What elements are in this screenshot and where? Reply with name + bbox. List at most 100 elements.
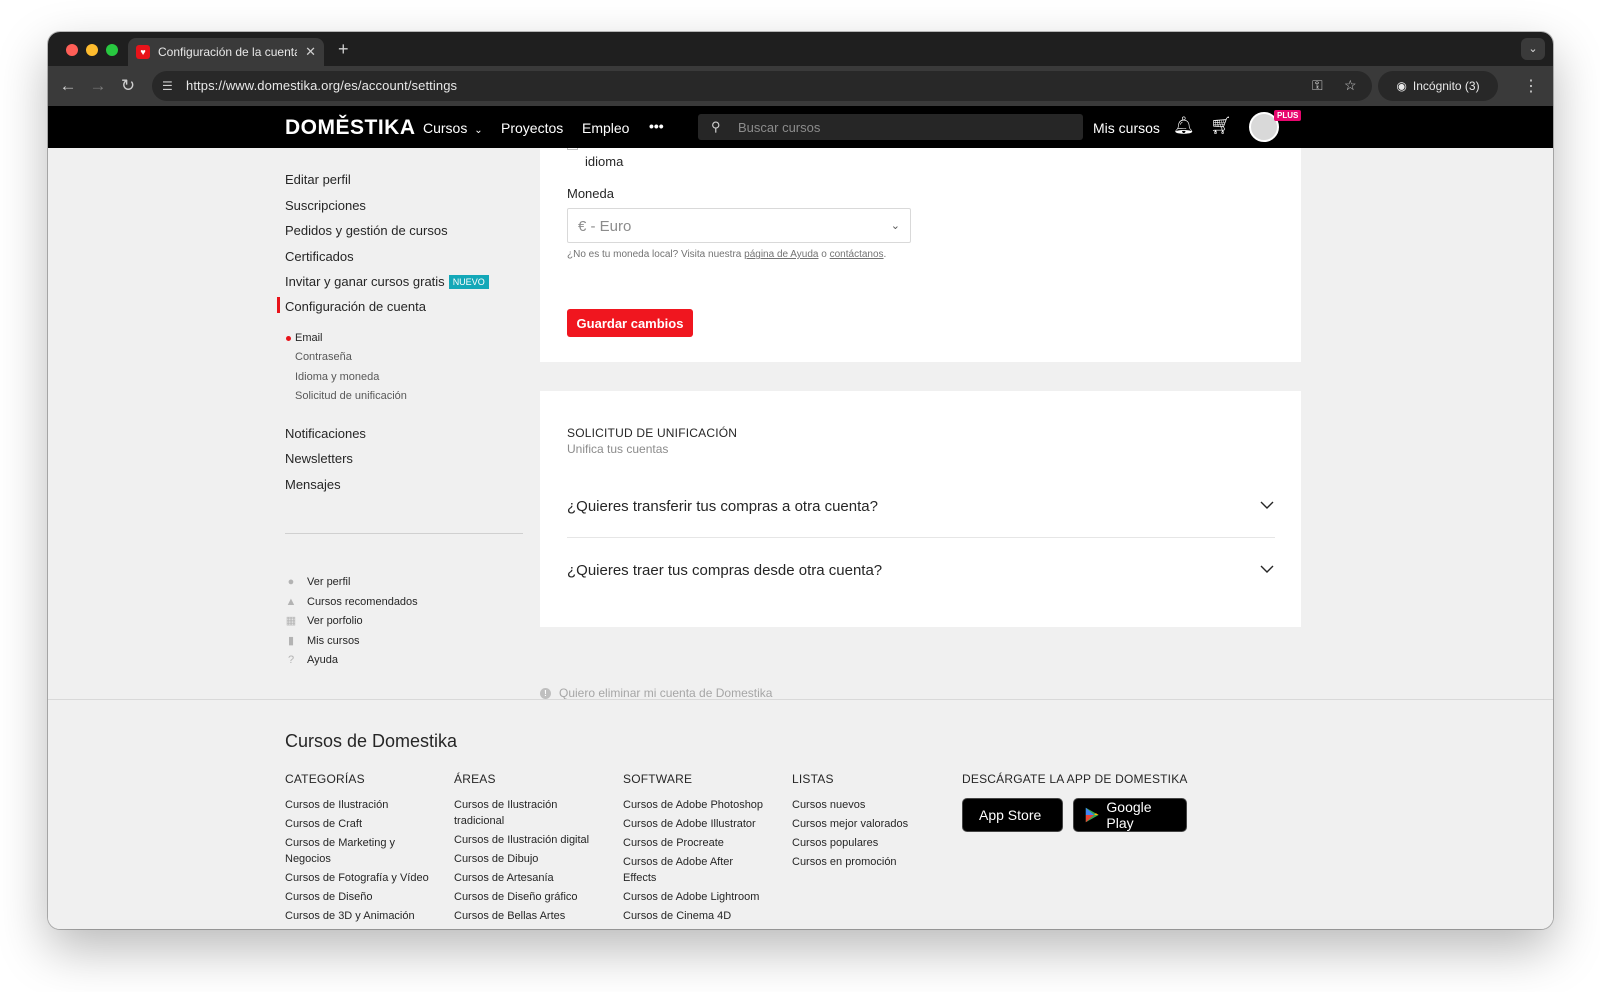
notifications-bell-icon[interactable]: 🔔︎ [1173,116,1195,136]
footer-column-lists: LISTAS Cursos nuevos Cursos mejor valora… [792,772,952,873]
active-subitem-dot [286,336,291,341]
sidebar-item-edit-profile[interactable]: Editar perfil [285,172,351,187]
footer-link[interactable]: Cursos de Cinema 4D [623,908,783,924]
accordion-divider [567,537,1275,538]
minimize-window-button[interactable] [86,44,98,56]
site-header: DOMĚSTIKA Cursos ⌄ Proyectos Empleo ••• … [48,106,1553,148]
helper-mid: o [821,249,827,260]
transfer-question: ¿Quieres transferir tus compras a otra c… [567,498,878,515]
google-play-label: Google Play [1106,799,1152,831]
sidebar-item-orders[interactable]: Pedidos y gestión de cursos [285,223,448,238]
footer-link[interactable]: Cursos de Diseño [285,889,445,905]
cart-icon[interactable]: 🛒︎ [1210,116,1232,136]
nav-cursos[interactable]: Cursos ⌄ [423,120,483,136]
helper-end: . [883,249,887,260]
my-courses-aux-link[interactable]: ▮ Mis cursos [285,635,360,647]
merge-card-subtitle: Unifica tus cuentas [567,442,669,456]
address-bar[interactable]: ☰ https://www.domestika.org/es/account/s… [152,71,1372,101]
chevron-down-icon: ⌄ [474,125,483,136]
incognito-button[interactable]: ◉ Incógnito (3) [1378,71,1498,101]
currency-select[interactable]: € - Euro ⌄ [567,208,911,243]
footer-link[interactable]: Cursos de Ilustración digital [454,832,614,848]
language-checkbox[interactable] [567,148,578,150]
delete-account-link[interactable]: ! Quiero eliminar mi cuenta de Domestika [540,686,772,700]
footer-link[interactable]: Cursos de Ilustración tradicional [454,797,584,829]
footer-link[interactable]: Cursos en promoción [792,854,952,870]
footer-link[interactable]: Cursos de Bellas Artes [454,908,614,924]
footer-link[interactable]: Cursos mejor valorados [792,816,952,832]
sidebar-item-notifications[interactable]: Notificaciones [285,426,366,441]
search-input[interactable] [738,114,1068,140]
recommended-courses-link[interactable]: ▲ Cursos recomendados [285,596,418,608]
footer-link[interactable]: Cursos de 3D y Animación [285,908,445,924]
footer-link[interactable]: Cursos de Adobe Lightroom [623,889,783,905]
footer-app-download: DESCÁRGATE LA APP DE DOMESTIKA [962,772,1222,797]
view-profile-link[interactable]: ● Ver perfil [285,576,351,588]
maximize-window-button[interactable] [106,44,118,56]
forward-icon[interactable]: → [88,76,108,96]
back-icon[interactable]: ← [58,76,78,96]
sidebar-item-messages[interactable]: Mensajes [285,477,341,492]
my-courses-link[interactable]: Mis cursos [1093,120,1160,136]
footer-link[interactable]: Cursos de Diseño gráfico [454,889,614,905]
nav-empleo[interactable]: Empleo [582,120,629,136]
footer-link[interactable]: Cursos de Ilustración [285,797,445,813]
password-key-icon[interactable]: ⚿ [1312,77,1323,94]
subitem-email[interactable]: Email [295,332,323,344]
info-icon: ! [540,687,551,699]
subitem-language-currency[interactable]: Idioma y moneda [295,371,379,383]
footer-link[interactable]: Cursos populares [792,835,952,851]
close-window-button[interactable] [66,44,78,56]
save-changes-button[interactable]: Guardar cambios [567,309,693,337]
footer-link[interactable]: Cursos de Procreate [623,835,783,851]
footer-link[interactable]: Cursos de Adobe Photoshop [623,797,783,813]
footer-column-heading: CATEGORÍAS [285,772,365,786]
app-store-label: App Store [979,807,1042,823]
view-portfolio-link[interactable]: ▦ Ver porfolio [285,615,363,627]
nav-proyectos[interactable]: Proyectos [501,120,563,136]
bookmark-icon: ▮ [287,635,295,647]
more-menu-icon[interactable]: ••• [649,118,664,134]
chevron-down-icon: ⌄ [890,220,900,232]
url-text: https://www.domestika.org/es/account/set… [186,78,458,93]
footer-link[interactable]: Cursos de Dibujo [454,851,614,867]
google-play-button[interactable]: Google Play [1073,798,1187,832]
new-tab-icon[interactable]: + [338,39,349,60]
browser-toolbar: ← → ↻ ☰ https://www.domestika.org/es/acc… [48,66,1553,106]
sidebar-item-invite[interactable]: Invitar y ganar cursos gratis NUEVO [285,274,489,289]
site-settings-icon[interactable]: ☰ [162,79,173,93]
bookmark-star-icon[interactable]: ☆ [1344,77,1357,94]
domestika-favicon-icon: ♥ [136,45,150,59]
sidebar-item-newsletters[interactable]: Newsletters [285,451,353,466]
footer-link[interactable]: Cursos nuevos [792,797,952,813]
google-play-icon [1085,807,1099,823]
accordion-bring-purchases[interactable]: ¿Quieres traer tus compras desde otra cu… [567,539,1275,603]
recommended-courses-label: Cursos recomendados [307,596,418,608]
reload-icon[interactable]: ↻ [118,76,138,96]
domestika-logo[interactable]: DOMĚSTIKA [285,116,416,140]
browser-tab[interactable]: ♥ Configuración de la cuenta | D ✕ [128,38,324,66]
grid-icon: ▦ [285,615,297,627]
tab-search-icon[interactable]: ⌄ [1521,38,1545,60]
footer-link[interactable]: Cursos de Adobe After Effects [623,854,753,886]
footer-link[interactable]: Cursos de Artesanía [454,870,614,886]
footer-link[interactable]: Cursos de Marketing y Negocios [285,835,415,867]
sidebar-item-certificates[interactable]: Certificados [285,249,354,264]
currency-helper-text: ¿No es tu moneda local? Visita nuestra p… [567,247,897,263]
close-tab-icon[interactable]: ✕ [305,44,316,60]
page-content: Editar perfil Suscripciones Pedidos y ge… [48,148,1553,929]
footer-link[interactable]: Cursos de Craft [285,816,445,832]
contact-link[interactable]: contáctanos [830,249,884,260]
search-icon: ⚲ [711,119,721,134]
app-store-button[interactable]: App Store [962,798,1063,832]
accordion-transfer-purchases[interactable]: ¿Quieres transferir tus compras a otra c… [567,475,1275,539]
help-link[interactable]: ? Ayuda [285,654,338,666]
sidebar-item-account-settings[interactable]: Configuración de cuenta [285,299,426,314]
browser-menu-icon[interactable]: ⋮ [1523,76,1539,96]
subitem-password[interactable]: Contraseña [295,351,352,363]
footer-link[interactable]: Cursos de Fotografía y Vídeo [285,870,445,886]
sidebar-item-subscriptions[interactable]: Suscripciones [285,198,366,213]
subitem-merge-request[interactable]: Solicitud de unificación [295,390,407,402]
help-page-link[interactable]: página de Ayuda [744,249,818,260]
footer-link[interactable]: Cursos de Adobe Illustrator [623,816,783,832]
